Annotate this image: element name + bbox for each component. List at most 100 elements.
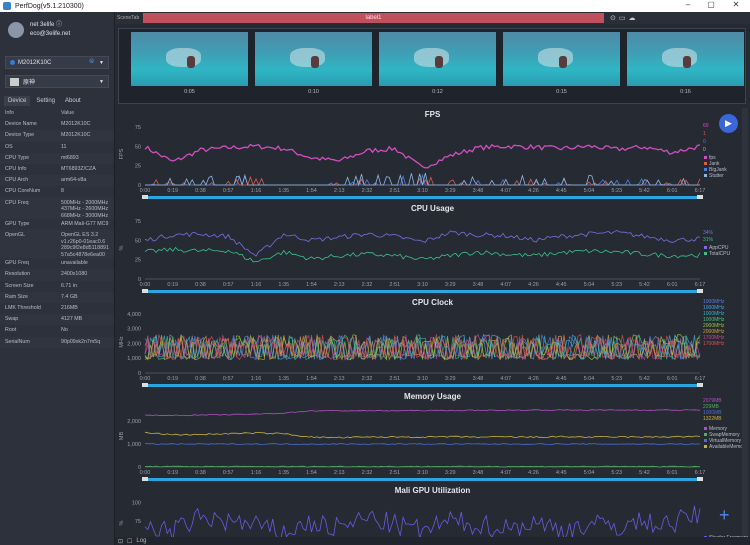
x-tick-label: 1:35 <box>278 282 289 288</box>
title-bar: PerfDog(v5.1.210300) – ▢ ✕ <box>0 0 750 12</box>
y-axis-label: % <box>119 520 125 525</box>
x-tick-label: 5:42 <box>639 376 650 382</box>
info-value: 500MHz - 2000MHz 437MHz - 2600MHz 668MHz… <box>61 199 109 219</box>
x-tick-label: 3:10 <box>417 282 428 288</box>
y-tick-label: 50 <box>135 144 141 150</box>
legend-swatch <box>704 427 707 430</box>
wifi-icon: ⦾ <box>89 59 94 65</box>
x-tick-label: 0:57 <box>223 470 234 476</box>
tab-device[interactable]: Device <box>4 96 31 106</box>
tab-setting[interactable]: Setting <box>32 96 59 106</box>
x-tick-label: 3:10 <box>417 470 428 476</box>
y-tick-label: 1,000 <box>127 442 141 448</box>
screenshot-thumbnail[interactable] <box>255 32 372 86</box>
x-tick-label: 4:26 <box>528 282 539 288</box>
device-panel: net 3elife ⓘ eco@3elife.net M2012K10C ⦾ … <box>0 12 115 545</box>
table-row: Screen Size 6.71 in <box>0 281 114 292</box>
table-row: Device Name M2012K10C <box>0 119 114 130</box>
info-key: Device Name <box>5 121 37 128</box>
x-tick-label: 0:57 <box>223 282 234 288</box>
x-tick-label: 6:01 <box>667 376 678 382</box>
table-row: CPU Arch arm64-v8a <box>0 175 114 187</box>
screenshot-strip[interactable]: 0:05 0:10 0:12 0:15 0:16 <box>118 28 746 104</box>
screenshot-thumbnail[interactable] <box>379 32 496 86</box>
screenshot-thumbnail[interactable] <box>627 32 744 86</box>
y-tick-label: 50 <box>135 238 141 244</box>
device-status-icon <box>10 60 15 65</box>
x-tick-label: 4:26 <box>528 376 539 382</box>
info-key: Ram Size <box>5 293 28 300</box>
log-checkbox[interactable]: ☐ <box>127 538 132 545</box>
legend-swatch <box>704 162 707 165</box>
chart-cpu-usage: 0255075%0:00 0:19 0:38 0:57 1:16 1:35 1:54 2:13… <box>119 219 731 293</box>
table-row: OS 11 <box>0 142 114 153</box>
scene-tab-bar: SceneTab label1 ⊙ ▭ ☁ <box>115 12 750 24</box>
x-tick-label: 3:29 <box>445 376 456 382</box>
series-line-memory <box>144 409 701 417</box>
x-tick-label: 4:45 <box>556 376 567 382</box>
table-row: Ram Size 7.4 GB <box>0 291 114 303</box>
play-button[interactable]: ▶ <box>719 114 738 133</box>
x-tick-label: 1:35 <box>278 376 289 382</box>
screenshot-thumbnail[interactable] <box>131 32 248 86</box>
avatar[interactable] <box>8 22 24 38</box>
x-tick-label: 2:32 <box>362 470 373 476</box>
tab-about[interactable]: About <box>61 96 85 106</box>
x-tick-label: 3:48 <box>473 470 484 476</box>
x-tick-label: 0:19 <box>167 282 178 288</box>
x-tick-label: 5:23 <box>611 188 622 194</box>
x-tick-label: 0:57 <box>223 376 234 382</box>
maximize-button[interactable]: ▢ <box>703 0 719 9</box>
table-row: CPU Info MT6893Z/CZA <box>0 164 114 175</box>
legend-value: 0 <box>703 139 706 145</box>
thumbnail-time: 0:15 <box>556 89 567 95</box>
column-header-info: Info <box>5 110 14 116</box>
series-line-availablememory <box>144 431 701 439</box>
close-button[interactable]: ✕ <box>728 0 744 9</box>
device-select-value: M2012K10C <box>18 59 52 66</box>
info-value: M2012K10C <box>61 132 91 139</box>
table-row: Root No <box>0 325 114 336</box>
thumbnail-time: 0:05 <box>184 89 195 95</box>
thumbnail-time: 0:10 <box>308 89 319 95</box>
add-chart-button[interactable]: + <box>719 505 730 526</box>
expand-icon[interactable]: ⊡ <box>118 538 123 545</box>
screenshot-thumbnail[interactable] <box>503 32 620 86</box>
series-line-appcpu <box>144 229 701 257</box>
x-tick-label: 1:54 <box>306 282 317 288</box>
x-tick-label: 5:04 <box>584 282 595 288</box>
x-tick-label: 6:01 <box>667 470 678 476</box>
chart-mali-gpu-utilization: 5075100%Shader Fragment <box>119 501 749 537</box>
x-tick-label: 2:13 <box>334 376 345 382</box>
folder-icon[interactable]: ▭ <box>619 14 626 22</box>
x-tick-label: 4:26 <box>528 188 539 194</box>
legend-swatch <box>704 168 707 171</box>
info-key: GPU Type <box>5 221 30 227</box>
info-value: unavailable <box>61 260 88 267</box>
y-tick-label: 4,000 <box>127 312 141 318</box>
x-tick-label: 6:17 <box>695 282 706 288</box>
x-tick-label: 3:29 <box>445 282 456 288</box>
app-select[interactable]: 原神 ▼ <box>5 75 109 88</box>
info-value: 7.4 GB <box>61 293 78 300</box>
cloud-icon[interactable]: ☁ <box>629 14 636 22</box>
legend-swatch <box>704 174 707 177</box>
app-select-value: 原神 <box>23 80 36 86</box>
chart-memory-usage: 01,0002,000MB0:00 0:19 0:38 0:57 1:16 1:35 1:5… <box>119 398 748 481</box>
legend-swatch <box>704 252 707 255</box>
x-tick-label: 4:26 <box>528 470 539 476</box>
x-tick-label: 1:35 <box>278 188 289 194</box>
minimize-button[interactable]: – <box>680 0 696 9</box>
device-select[interactable]: M2012K10C ⦾ ▼ <box>5 56 109 69</box>
location-icon[interactable]: ⊙ <box>610 14 616 22</box>
x-tick-label: 3:48 <box>473 376 484 382</box>
user-email: eco@3elife.net <box>30 31 71 37</box>
thumbnail-time: 0:16 <box>680 89 691 95</box>
scene-label-bar[interactable]: label1 <box>143 13 604 23</box>
info-value: No <box>61 327 68 334</box>
x-tick-label: 1:16 <box>251 282 262 288</box>
log-label: Log <box>136 538 147 544</box>
chevron-down-icon: ▼ <box>99 78 104 85</box>
chart-fps: 0 25 50 75 FPS 0:00 0:19 0:38 0:57 1:16 1:35 1:54 2:… <box>119 123 727 199</box>
scrollbar[interactable] <box>742 108 748 536</box>
